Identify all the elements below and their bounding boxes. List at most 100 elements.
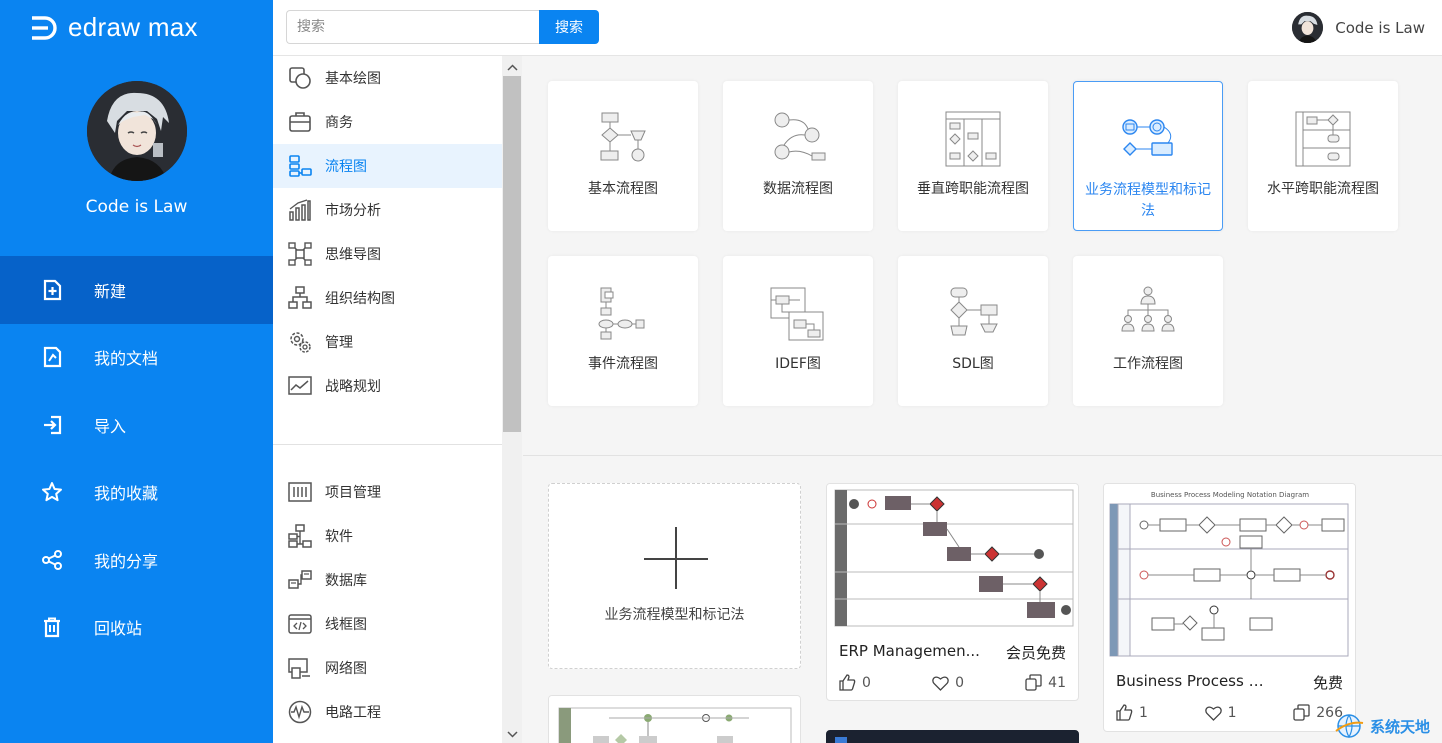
template-horizontal-cross-functional[interactable]: 水平跨职能流程图 bbox=[1248, 81, 1398, 231]
category-label: 软件 bbox=[325, 529, 353, 545]
basic-flowchart-icon bbox=[600, 112, 646, 162]
code-window-icon bbox=[287, 611, 313, 637]
example-title: Business Process Mo... bbox=[1116, 672, 1266, 690]
thumbnail-title: Business Process Modeling Notation Diagr… bbox=[1151, 491, 1309, 499]
template-basic-flowchart[interactable]: 基本流程图 bbox=[548, 81, 698, 231]
category-label: 管理 bbox=[325, 335, 353, 351]
example-thumbnail bbox=[549, 696, 800, 743]
category-label: 项目管理 bbox=[325, 485, 381, 501]
template-label: 工作流程图 bbox=[1113, 356, 1183, 372]
nav-item-import[interactable]: 导入 bbox=[0, 391, 273, 459]
trash-icon bbox=[40, 615, 64, 639]
category-circuit[interactable]: 电路工程 bbox=[273, 690, 502, 734]
divider bbox=[273, 444, 502, 445]
sidebar: edraw max Code is Law 新建 我的文档 导入 我的收藏 我的… bbox=[0, 0, 273, 743]
category-strategy[interactable]: 战略规划 bbox=[273, 364, 502, 408]
example-card-bpmn[interactable]: Business Process Modeling Notation Diagr… bbox=[1103, 483, 1356, 732]
watermark-text: 系统天地 bbox=[1369, 717, 1430, 736]
new-card-label: 业务流程模型和标记法 bbox=[604, 607, 745, 623]
vertical-swimlane-icon bbox=[945, 111, 1001, 167]
category-label: 商务 bbox=[325, 115, 353, 131]
globe-logo-icon bbox=[1335, 714, 1364, 739]
scroll-up-icon[interactable] bbox=[502, 58, 522, 76]
category-list-secondary: 项目管理 软件 数据库 线框图 网络图 电路工程 bbox=[273, 470, 502, 734]
scroll-thumb[interactable] bbox=[503, 76, 521, 432]
category-flowchart[interactable]: 流程图 bbox=[273, 144, 502, 188]
category-mind-map[interactable]: 思维导图 bbox=[273, 232, 502, 276]
nav-item-my-documents[interactable]: 我的文档 bbox=[0, 324, 273, 392]
examples-area: 业务流程模型和标记法 ERP Managemen... 会员免费 0 0 41 … bbox=[523, 457, 1442, 743]
category-management[interactable]: 管理 bbox=[273, 320, 502, 364]
example-title-row: ERP Managemen... 会员免费 bbox=[839, 642, 1066, 663]
network-icon bbox=[287, 655, 313, 681]
category-org-chart[interactable]: 组织结构图 bbox=[273, 276, 502, 320]
nav-label: 导入 bbox=[94, 416, 127, 436]
circuit-icon bbox=[287, 699, 313, 725]
nav-item-share[interactable]: 我的分享 bbox=[0, 526, 273, 594]
like-stat[interactable]: 0 bbox=[839, 674, 871, 691]
category-market-analysis[interactable]: 市场分析 bbox=[273, 188, 502, 232]
like-stat[interactable]: 1 bbox=[1116, 704, 1148, 721]
template-sdl[interactable]: SDL图 bbox=[898, 256, 1048, 406]
flowchart-icon bbox=[287, 153, 313, 179]
template-event-flowchart[interactable]: 事件流程图 bbox=[548, 256, 698, 406]
brand[interactable]: edraw max bbox=[28, 12, 198, 43]
example-card-partial[interactable] bbox=[548, 695, 801, 743]
category-panel: 基本绘图 商务 流程图 市场分析 思维导图 组织结构图 管理 战略规划 项目管理… bbox=[273, 56, 522, 743]
nav-item-new[interactable]: 新建 bbox=[0, 256, 273, 324]
category-network[interactable]: 网络图 bbox=[273, 646, 502, 690]
like-count: 1 bbox=[1139, 704, 1148, 721]
nav-item-favorites[interactable]: 我的收藏 bbox=[0, 459, 273, 527]
search-input[interactable] bbox=[286, 10, 540, 44]
price-badge: 免费 bbox=[1312, 674, 1343, 692]
data-flow-icon bbox=[774, 112, 826, 161]
price-badge: 会员免费 bbox=[1005, 644, 1066, 662]
strategy-chart-icon bbox=[287, 373, 313, 399]
new-blank-bpmn-card[interactable]: 业务流程模型和标记法 bbox=[548, 483, 801, 669]
template-bpmn[interactable]: 业务流程模型和标记法 bbox=[1073, 81, 1223, 231]
avatar[interactable] bbox=[1292, 12, 1324, 43]
category-software[interactable]: 软件 bbox=[273, 514, 502, 558]
example-title-row: Business Process Mo... 免费 bbox=[1116, 672, 1343, 693]
template-vertical-cross-functional[interactable]: 垂直跨职能流程图 bbox=[898, 81, 1048, 231]
category-business[interactable]: 商务 bbox=[273, 100, 502, 144]
category-label: 战略规划 bbox=[325, 379, 381, 395]
template-label: IDEF图 bbox=[775, 356, 821, 372]
nav-label: 我的文档 bbox=[94, 349, 159, 369]
copy-icon bbox=[1293, 704, 1310, 721]
template-idef[interactable]: IDEF图 bbox=[723, 256, 873, 406]
workflow-icon bbox=[1121, 286, 1175, 332]
category-scrollbar[interactable] bbox=[502, 56, 522, 743]
copy-icon bbox=[1025, 674, 1042, 691]
user-menu[interactable]: Code is Law bbox=[1292, 12, 1425, 43]
category-database[interactable]: 数据库 bbox=[273, 558, 502, 602]
user-name: Code is Law bbox=[1335, 18, 1425, 37]
category-basic-drawing[interactable]: 基本绘图 bbox=[273, 56, 502, 100]
scroll-down-icon[interactable] bbox=[502, 725, 522, 743]
thumbs-up-icon bbox=[839, 674, 856, 691]
nav-item-trash[interactable]: 回收站 bbox=[0, 594, 273, 662]
category-label: 线框图 bbox=[325, 617, 367, 633]
mind-map-icon bbox=[287, 241, 313, 267]
category-project-management[interactable]: 项目管理 bbox=[273, 470, 502, 514]
favorite-stat[interactable]: 1 bbox=[1204, 705, 1237, 721]
horizontal-swimlane-icon bbox=[1295, 111, 1351, 167]
idef-icon bbox=[770, 287, 824, 341]
username: Code is Law bbox=[85, 197, 188, 217]
template-label: 基本流程图 bbox=[588, 181, 658, 197]
search-button[interactable]: 搜索 bbox=[539, 10, 599, 44]
example-card-erp[interactable]: ERP Managemen... 会员免费 0 0 41 bbox=[826, 483, 1079, 701]
gantt-icon bbox=[287, 479, 313, 505]
copy-stat[interactable]: 41 bbox=[1025, 674, 1066, 691]
example-card-partial[interactable] bbox=[826, 730, 1079, 743]
category-label: 市场分析 bbox=[325, 203, 381, 219]
example-thumbnail bbox=[827, 731, 1078, 743]
template-workflow[interactable]: 工作流程图 bbox=[1073, 256, 1223, 406]
favorite-stat[interactable]: 0 bbox=[932, 675, 964, 691]
category-wireframe[interactable]: 线框图 bbox=[273, 602, 502, 646]
edraw-logo-icon bbox=[32, 15, 57, 40]
template-label: 水平跨职能流程图 bbox=[1267, 181, 1379, 197]
avatar[interactable] bbox=[87, 81, 187, 181]
template-data-flowchart[interactable]: 数据流程图 bbox=[723, 81, 873, 231]
new-file-icon bbox=[40, 278, 64, 302]
